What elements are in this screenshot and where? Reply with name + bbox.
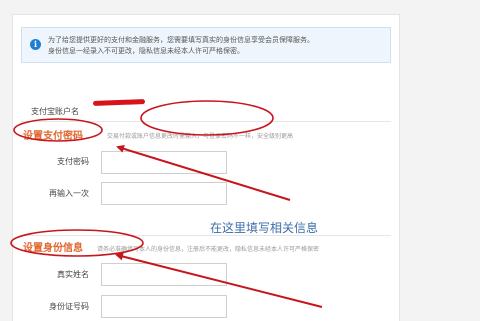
identity-title: 设置身份信息 bbox=[23, 243, 83, 254]
divider bbox=[21, 121, 391, 122]
real-name-label: 真实姓名 bbox=[57, 270, 89, 279]
divider bbox=[21, 235, 391, 236]
redacted-account-name bbox=[92, 99, 146, 106]
id-number-label: 身份证号码 bbox=[49, 302, 89, 311]
pay-password-confirm-input[interactable] bbox=[101, 182, 227, 205]
pay-password-title: 设置支付密码 bbox=[23, 131, 83, 142]
pay-password-confirm-label: 再输入一次 bbox=[49, 189, 89, 198]
pay-password-hint: 交易付款或账户信息更改时需输入，与登录密码不一样，安全级别更高 bbox=[107, 133, 294, 140]
id-number-input[interactable] bbox=[101, 295, 227, 318]
identity-hint: 请务必准确填写本人的身份信息，注册后不能更改，隐私信息未经本人许可严格保密 bbox=[97, 246, 320, 253]
info-icon: i bbox=[30, 39, 41, 50]
pay-password-label: 支付密码 bbox=[57, 157, 89, 166]
notice-line-2: 身份信息一经录入不可更改，隐私信息未经本人许可严格保密。 bbox=[48, 47, 244, 55]
info-notice: i 为了给您提供更好的支付和金融服务，您需要填写真实的身份信息享受会员保障服务。… bbox=[21, 27, 391, 63]
pay-password-input[interactable] bbox=[101, 151, 227, 174]
registration-form-page: i 为了给您提供更好的支付和金融服务，您需要填写真实的身份信息享受会员保障服务。… bbox=[12, 14, 400, 321]
notice-line-1: 为了给您提供更好的支付和金融服务，您需要填写真实的身份信息享受会员保障服务。 bbox=[48, 36, 314, 44]
account-row: 支付宝账户名 bbox=[31, 99, 146, 118]
real-name-input[interactable] bbox=[101, 263, 227, 286]
account-label: 支付宝账户名 bbox=[31, 107, 79, 116]
annotation-text: 在这里填写相关信息 bbox=[210, 221, 319, 235]
